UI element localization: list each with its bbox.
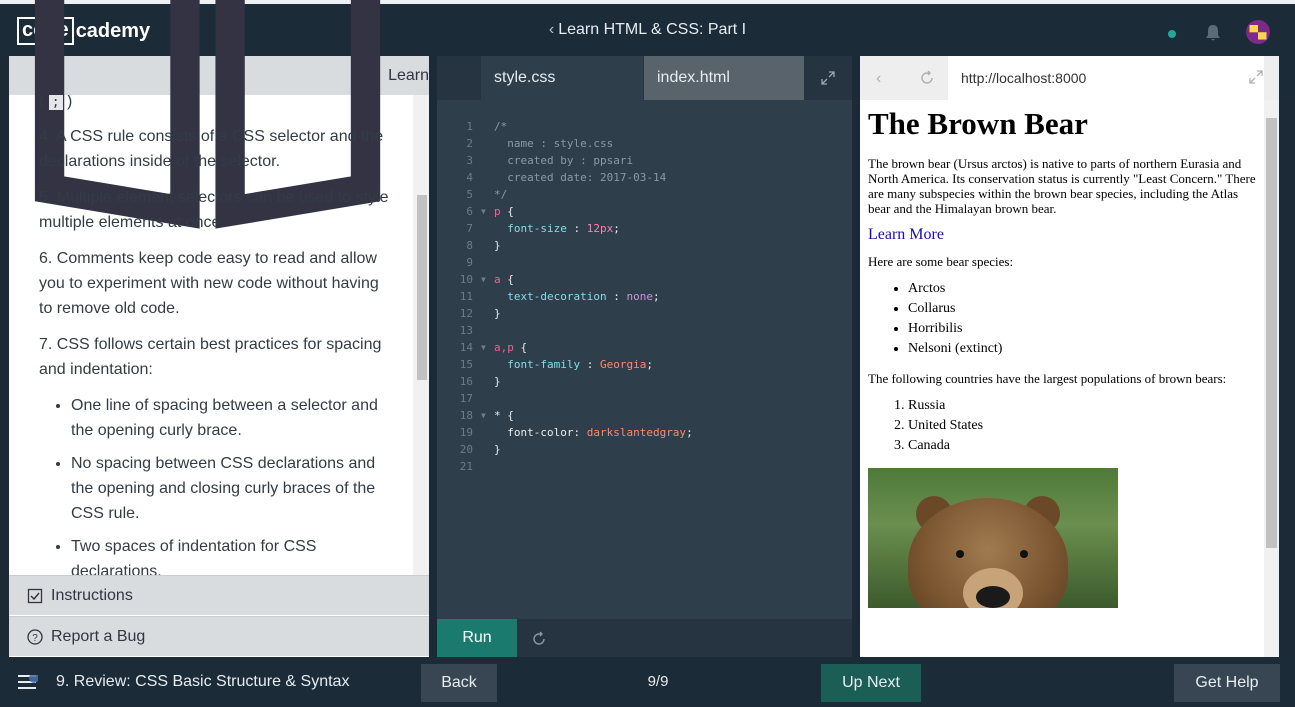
browser-toolbar: ‹ http://localhost:8000 xyxy=(860,56,1279,100)
report-bug-label: Report a Bug xyxy=(51,627,146,645)
scrollbar-thumb[interactable] xyxy=(417,195,427,380)
code-area[interactable]: 1/* 2 name : style.css 3 created by : pp… xyxy=(437,118,852,475)
lesson-bullet: One line of spacing between a selector a… xyxy=(71,393,391,443)
menu-icon[interactable] xyxy=(18,675,38,689)
lesson-item: 7. CSS follows certain best practices fo… xyxy=(39,336,382,378)
url-field[interactable]: http://localhost:8000 xyxy=(948,56,1264,100)
reload-icon[interactable] xyxy=(918,69,936,87)
list-item: Collarus xyxy=(908,299,1260,319)
step-title[interactable]: 9. Review: CSS Basic Structure & Syntax xyxy=(56,657,349,705)
learn-panel: Learn ( ; ) 4. A CSS rule consists of a … xyxy=(9,0,429,657)
reset-icon[interactable] xyxy=(531,631,547,647)
list-item: Nelsoni (extinct) xyxy=(908,339,1260,359)
code-editor[interactable]: style.css index.html 1/* 2 name : style.… xyxy=(437,56,852,657)
lesson-item: 5. Multiple element selectors can be use… xyxy=(39,189,389,231)
get-help-button[interactable]: Get Help xyxy=(1174,664,1280,702)
inline-code: ; xyxy=(48,95,63,110)
instructions-button[interactable]: Instructions xyxy=(9,575,429,615)
expand-icon[interactable] xyxy=(1249,70,1263,84)
expand-icon[interactable] xyxy=(821,71,835,85)
progress-indicator: 9/9 xyxy=(647,673,669,690)
online-status-icon xyxy=(1168,30,1176,38)
learn-header[interactable]: Learn xyxy=(9,0,429,229)
rendered-page: The Brown Bear The brown bear (Ursus arc… xyxy=(868,106,1260,608)
list-item: Russia xyxy=(908,396,1260,416)
up-next-button[interactable]: Up Next xyxy=(821,664,921,702)
lesson-item: 4. A CSS rule consists of a CSS selector… xyxy=(39,128,384,170)
list-item: Arctos xyxy=(908,279,1260,299)
tab-style-css[interactable]: style.css xyxy=(481,56,643,100)
list-item: United States xyxy=(908,416,1260,436)
lesson-bullet: No spacing between CSS declarations and … xyxy=(71,451,391,526)
back-arrow-icon[interactable]: ‹ xyxy=(876,70,888,87)
tab-index-html[interactable]: index.html xyxy=(644,56,804,100)
lesson-content: ( ; ) 4. A CSS rule consists of a CSS se… xyxy=(9,95,413,575)
lesson-bullet: Two spaces of indentation for CSS declar… xyxy=(71,534,391,575)
bear-nose xyxy=(976,586,1010,608)
species-list: Arctos Collarus Horribilis Nelsoni (exti… xyxy=(868,279,1260,359)
browser-scrollbar[interactable] xyxy=(1264,100,1279,657)
browser-preview: ‹ http://localhost:8000 The Brown Bear T… xyxy=(860,56,1279,657)
countries-intro: The following countries have the largest… xyxy=(868,371,1227,386)
instructions-label: Instructions xyxy=(51,586,133,604)
countries-list: Russia United States Canada xyxy=(868,396,1260,456)
run-button[interactable]: Run xyxy=(437,619,517,657)
intro-paragraph: The brown bear (Ursus arctos) is native … xyxy=(868,156,1256,216)
editor-tabs: style.css index.html xyxy=(437,56,852,100)
report-bug-button[interactable]: ? Report a Bug xyxy=(9,616,429,656)
learn-more-link[interactable]: Learn More xyxy=(868,226,1260,244)
back-button[interactable]: Back xyxy=(421,664,497,702)
right-edge xyxy=(1280,56,1295,100)
list-item: Horribilis xyxy=(908,319,1260,339)
bottom-bar: 9. Review: CSS Basic Structure & Syntax … xyxy=(0,657,1295,705)
run-bar: Run xyxy=(437,619,852,657)
species-intro: Here are some bear species: xyxy=(868,254,1014,269)
svg-text:?: ? xyxy=(32,633,38,644)
chevron-left-icon: ‹ xyxy=(548,21,555,38)
scrollbar-thumb[interactable] xyxy=(1266,118,1277,548)
course-title: Learn HTML & CSS: Part I xyxy=(558,21,747,38)
lesson-item: 6. Comments keep code easy to read and a… xyxy=(39,250,379,317)
bear-eye xyxy=(1020,550,1028,558)
lesson-bullets: One line of spacing between a selector a… xyxy=(39,393,391,575)
bear-photo xyxy=(868,468,1118,608)
checkbox-icon xyxy=(27,588,43,603)
bear-eye xyxy=(956,550,964,558)
bell-icon[interactable] xyxy=(1205,24,1221,42)
lesson-scrollbar[interactable] xyxy=(413,95,429,575)
list-item: Canada xyxy=(908,436,1260,456)
learn-label: Learn xyxy=(388,66,429,84)
help-circle-icon: ? xyxy=(27,628,43,645)
lesson-partial-line: ( ; ) xyxy=(39,95,73,110)
page-heading: The Brown Bear xyxy=(868,106,1088,141)
avatar[interactable]: ▀▄ xyxy=(1246,20,1270,44)
